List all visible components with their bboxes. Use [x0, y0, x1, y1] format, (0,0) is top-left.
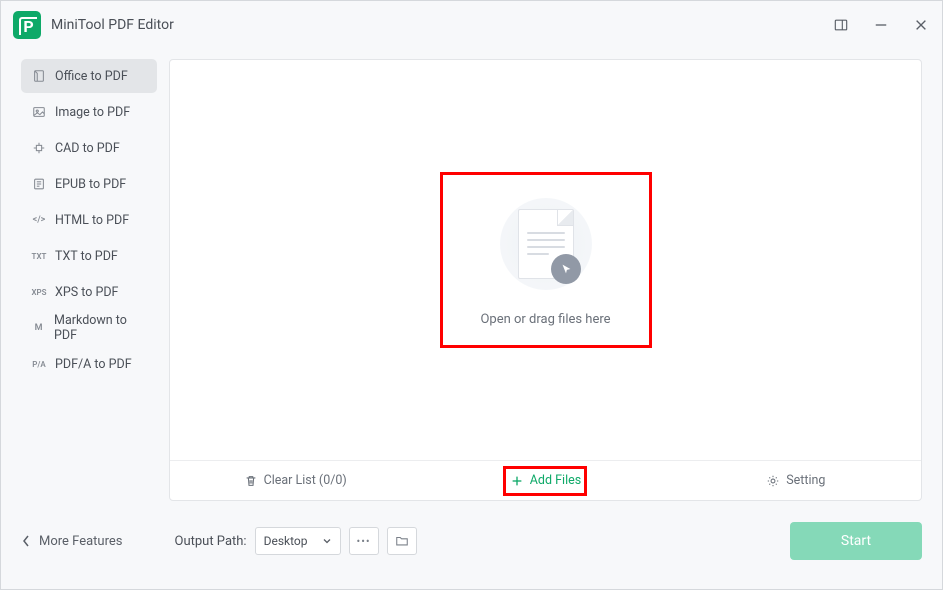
close-button[interactable]: [912, 16, 930, 34]
add-highlight: [503, 466, 587, 496]
start-label: Start: [841, 533, 871, 549]
drop-highlight: Open or drag files here: [440, 172, 652, 348]
folder-icon: [395, 534, 409, 548]
sidebar-item-label: XPS to PDF: [55, 285, 118, 300]
sidebar-item-label: Markdown to PDF: [54, 313, 147, 343]
more-features-button[interactable]: More Features: [21, 534, 123, 549]
xps-icon: XPS: [31, 285, 47, 299]
sidebar-item-epub-to-pdf[interactable]: EPUB to PDF: [21, 167, 157, 201]
output-path-label: Output Path:: [175, 534, 247, 549]
sidebar-item-xps-to-pdf[interactable]: XPS XPS to PDF: [21, 275, 157, 309]
output-path-select[interactable]: Desktop: [255, 527, 341, 555]
titlebar: P MiniTool PDF Editor: [1, 1, 942, 49]
sidebar-item-txt-to-pdf[interactable]: TXT TXT to PDF: [21, 239, 157, 273]
gear-icon: [766, 474, 780, 488]
minimize-button[interactable]: [872, 16, 890, 34]
sidebar-item-label: PDF/A to PDF: [55, 357, 132, 372]
sidebar: Office to PDF Image to PDF CAD to PDF EP…: [21, 59, 157, 501]
setting-label: Setting: [786, 473, 825, 488]
sidebar-item-label: EPUB to PDF: [55, 177, 126, 192]
panel-toggle-icon[interactable]: [832, 16, 850, 34]
drop-text: Open or drag files here: [480, 312, 610, 327]
sidebar-item-label: CAD to PDF: [55, 141, 120, 156]
pdfa-icon: P/A: [31, 357, 47, 371]
output-path-value: Desktop: [264, 534, 308, 548]
main-panel: Open or drag files here Clear List (0/0)…: [169, 59, 922, 501]
setting-button[interactable]: Setting: [671, 461, 921, 500]
start-button[interactable]: Start: [790, 522, 922, 560]
sidebar-item-label: HTML to PDF: [55, 213, 129, 228]
sidebar-item-label: TXT to PDF: [55, 249, 118, 264]
browse-button[interactable]: •••: [349, 527, 379, 555]
sidebar-item-pdfa-to-pdf[interactable]: P/A PDF/A to PDF: [21, 347, 157, 381]
html-icon: </>: [31, 213, 47, 227]
txt-icon: TXT: [31, 249, 47, 263]
epub-icon: [31, 177, 47, 191]
office-icon: [31, 69, 47, 83]
trash-icon: [244, 474, 258, 488]
open-folder-button[interactable]: [387, 527, 417, 555]
action-bar: Clear List (0/0) Add Files Setting: [170, 460, 921, 500]
cad-icon: [31, 141, 47, 155]
chevron-left-icon: [21, 534, 31, 548]
document-illustration-icon: [496, 194, 596, 294]
sidebar-item-cad-to-pdf[interactable]: CAD to PDF: [21, 131, 157, 165]
sidebar-item-html-to-pdf[interactable]: </> HTML to PDF: [21, 203, 157, 237]
drop-area[interactable]: Open or drag files here: [170, 60, 921, 460]
app-logo-icon: P: [13, 11, 41, 39]
sidebar-item-image-to-pdf[interactable]: Image to PDF: [21, 95, 157, 129]
clear-list-label: Clear List (0/0): [264, 473, 347, 488]
ellipsis-icon: •••: [357, 535, 371, 548]
footer: More Features Output Path: Desktop ••• S…: [1, 501, 942, 581]
more-features-label: More Features: [39, 534, 123, 549]
sidebar-item-markdown-to-pdf[interactable]: M Markdown to PDF: [21, 311, 157, 345]
clear-list-button[interactable]: Clear List (0/0): [170, 461, 420, 500]
cursor-badge-icon: [551, 254, 581, 284]
app-title: MiniTool PDF Editor: [51, 17, 174, 33]
sidebar-item-label: Image to PDF: [55, 105, 130, 120]
markdown-icon: M: [31, 321, 46, 335]
add-files-button[interactable]: Add Files: [420, 461, 670, 500]
chevron-down-icon: [322, 536, 332, 546]
image-icon: [31, 105, 47, 119]
sidebar-item-office-to-pdf[interactable]: Office to PDF: [21, 59, 157, 93]
sidebar-item-label: Office to PDF: [55, 69, 128, 84]
